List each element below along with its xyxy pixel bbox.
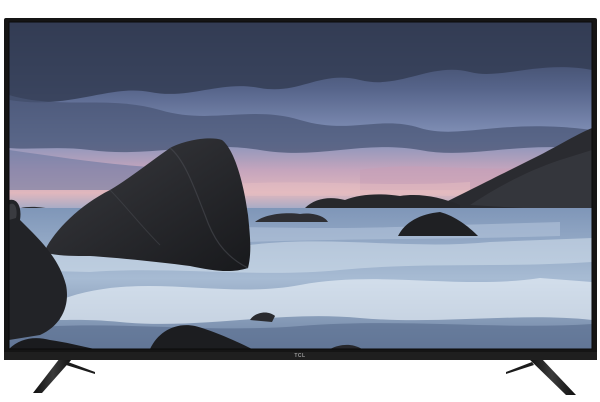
brand-logo: TCL [294, 353, 306, 359]
tv-screen [9, 22, 592, 349]
product-photo: TCL [0, 0, 600, 402]
television-illustration [4, 18, 597, 395]
tv-stand-left-icon [33, 358, 95, 393]
tv-stand-right-icon [506, 358, 576, 395]
